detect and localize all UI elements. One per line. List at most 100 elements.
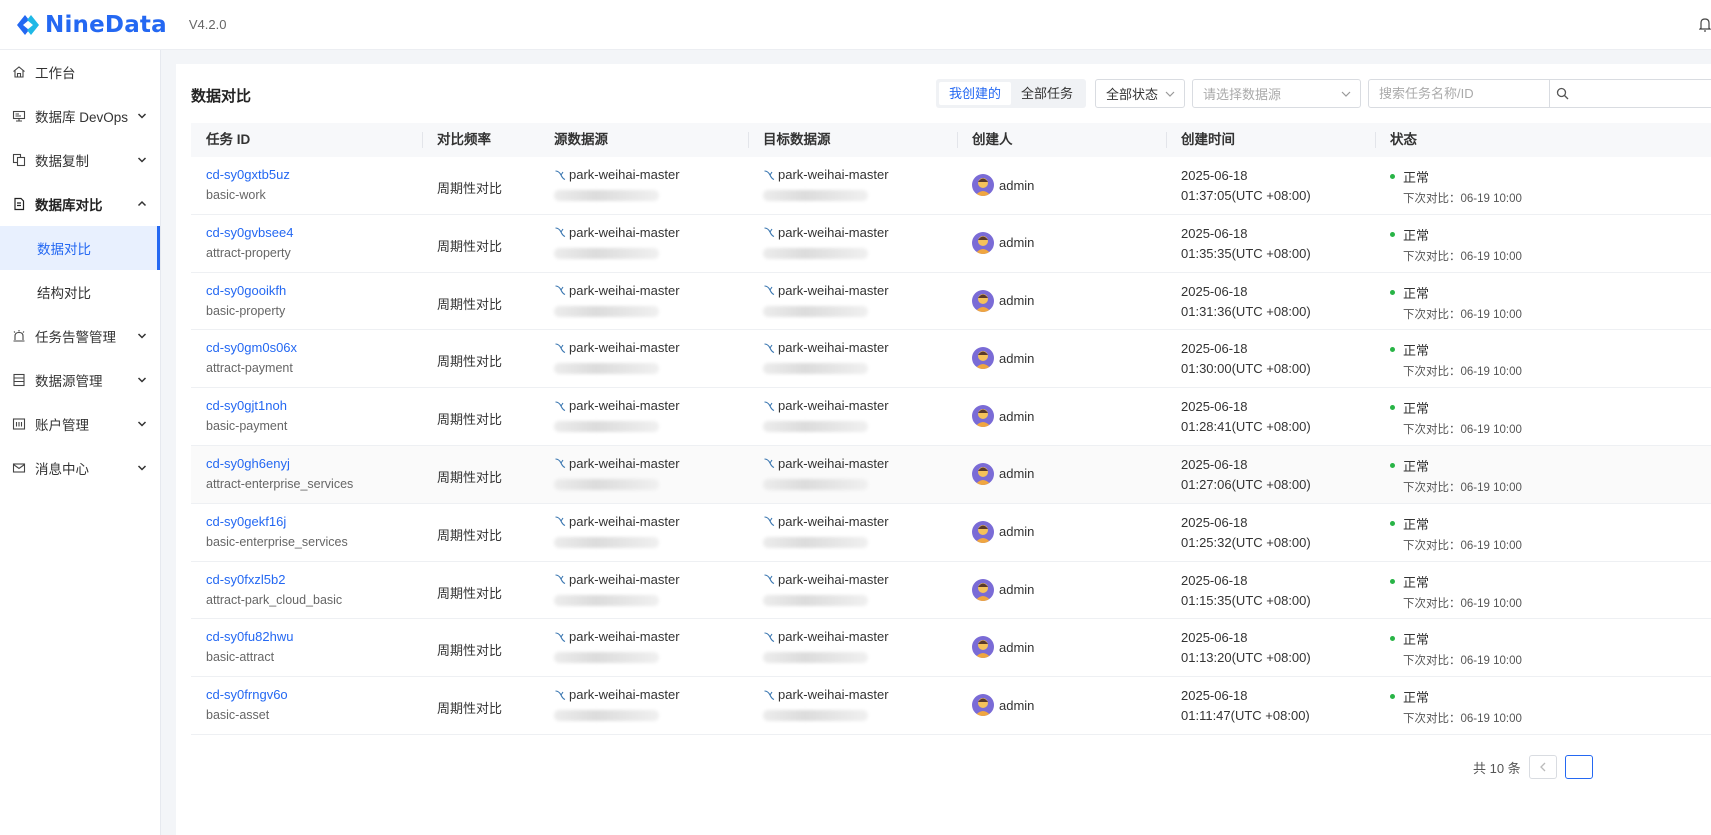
chevron-down-icon — [137, 113, 147, 119]
next-compare-time: 下次对比：06-19 10:00 — [1403, 193, 1522, 205]
avatar — [972, 231, 994, 254]
search-button[interactable] — [1549, 80, 1575, 107]
task-id-link[interactable]: cd-sy0fu82hwu — [206, 629, 293, 644]
source-datasource[interactable]: park-weihai-master — [554, 572, 680, 587]
sidebar-item-workbench[interactable]: 工作台 — [0, 50, 160, 94]
task-id-link[interactable]: cd-sy0gekf16j — [206, 514, 286, 529]
creator-name: admin — [999, 582, 1035, 598]
task-id-link[interactable]: cd-sy0gjt1noh — [206, 398, 287, 413]
created-date: 2025-06-18 — [1181, 341, 1248, 357]
task-id-link[interactable]: cd-sy0gvbsee4 — [206, 225, 293, 240]
task-id-link[interactable]: cd-sy0frngv6o — [206, 687, 288, 702]
target-datasource[interactable]: park-weihai-master — [763, 225, 889, 240]
mysql-icon — [555, 632, 566, 642]
source-datasource[interactable]: park-weihai-master — [554, 687, 680, 702]
creator-name: admin — [999, 350, 1035, 366]
sidebar-subitem-data-compare[interactable]: 数据对比 — [0, 226, 160, 270]
target-datasource[interactable]: park-weihai-master — [763, 514, 889, 529]
status-dot — [1390, 347, 1395, 353]
sidebar-subitem-structure-compare[interactable]: 结构对比 — [0, 270, 160, 314]
source-address-redacted — [554, 247, 659, 259]
source-datasource[interactable]: park-weihai-master — [554, 514, 680, 529]
source-datasource[interactable]: park-weihai-master — [554, 167, 680, 182]
sidebar-item-alarm[interactable]: 任务告警管理 — [0, 314, 160, 358]
mysql-icon — [764, 516, 775, 527]
tab-my-created[interactable]: 我创建的 — [939, 82, 1012, 105]
source-datasource[interactable]: park-weihai-master — [554, 340, 680, 355]
task-search — [1368, 79, 1711, 108]
table-header: 任务 ID 对比频率 源数据源 目标数据源 创建人 创建时间 状态 — [191, 123, 1711, 157]
datasource-select[interactable]: 请选择数据源 — [1192, 79, 1361, 108]
status-dot — [1390, 636, 1395, 642]
mysql-icon — [764, 343, 775, 353]
sidebar-item-account[interactable]: 账户管理 — [0, 402, 160, 446]
task-name: attract-enterprise_services — [206, 476, 354, 491]
avatar — [972, 289, 994, 312]
sidebar: 工作台 数据库 DevOps 数据复制 数据库对比 数据对比 结构对比 任务告警… — [0, 50, 161, 835]
sidebar-item-devops[interactable]: 数据库 DevOps — [0, 94, 160, 138]
creator-name: admin — [999, 235, 1035, 251]
status-badge: 正常 — [1390, 456, 1429, 475]
prev-page-button[interactable] — [1528, 755, 1557, 779]
search-input[interactable] — [1369, 80, 1549, 107]
created-clock: 01:11:47(UTC +08:00) — [1181, 708, 1310, 724]
page-1-button[interactable] — [1564, 755, 1593, 779]
source-datasource[interactable]: park-weihai-master — [554, 398, 680, 413]
task-id-link[interactable]: cd-sy0gh6enyj — [206, 456, 290, 471]
compare-frequency: 周期性对比 — [437, 238, 503, 254]
next-compare-time: 下次对比：06-19 10:00 — [1403, 308, 1522, 321]
col-divider — [748, 132, 749, 148]
created-time: 2025-06-18 01:35:35(UTC +08:00) — [1181, 224, 1311, 264]
chevron-up-icon — [137, 200, 147, 207]
source-datasource[interactable]: park-weihai-master — [554, 629, 680, 644]
task-name: attract-property — [206, 245, 291, 260]
chevron-down-icon — [1165, 91, 1175, 97]
task-name: basic-property — [206, 303, 286, 318]
target-datasource[interactable]: park-weihai-master — [763, 456, 889, 471]
copy-icon — [12, 153, 26, 167]
target-datasource[interactable]: park-weihai-master — [763, 687, 889, 702]
bell-icon[interactable] — [1699, 17, 1711, 33]
created-clock: 01:37:05(UTC +08:00) — [1181, 188, 1311, 203]
status-text: 正常 — [1403, 343, 1430, 359]
sidebar-item-datasource[interactable]: 数据源管理 — [0, 358, 160, 402]
source-datasource[interactable]: park-weihai-master — [554, 456, 680, 471]
target-datasource[interactable]: park-weihai-master — [763, 283, 889, 298]
page-title: 数据对比 — [191, 88, 252, 105]
tab-all-tasks[interactable]: 全部任务 — [1011, 82, 1083, 105]
compare-frequency: 周期性对比 — [437, 296, 503, 312]
target-datasource[interactable]: park-weihai-master — [763, 629, 889, 644]
logo[interactable]: NineData — [15, 12, 167, 38]
sidebar-item-replication[interactable]: 数据复制 — [0, 138, 160, 182]
task-id-link[interactable]: cd-sy0gm0s06x — [206, 340, 297, 355]
target-datasource[interactable]: park-weihai-master — [763, 167, 889, 182]
created-date: 2025-06-18 — [1181, 514, 1248, 530]
mysql-icon — [764, 458, 775, 469]
source-datasource-name: park-weihai-master — [569, 571, 680, 587]
status-text: 正常 — [1403, 690, 1430, 706]
task-id-link[interactable]: cd-sy0fxzl5b2 — [206, 572, 285, 587]
status-dot — [1390, 694, 1395, 700]
task-id-link[interactable]: cd-sy0gooikfh — [206, 283, 286, 298]
created-time: 2025-06-18 01:27:06(UTC +08:00) — [1181, 455, 1311, 495]
creator: admin — [972, 520, 1034, 543]
next-compare-time: 下次对比：06-19 10:00 — [1403, 655, 1522, 668]
target-address-redacted — [763, 305, 868, 317]
chevron-down-icon — [1341, 91, 1351, 97]
status-select[interactable]: 全部状态 — [1095, 79, 1185, 108]
next-compare-time: 下次对比：06-19 10:00 — [1403, 713, 1522, 726]
target-datasource[interactable]: park-weihai-master — [763, 398, 889, 413]
source-datasource[interactable]: park-weihai-master — [554, 225, 680, 240]
source-datasource-name: park-weihai-master — [569, 282, 680, 298]
sidebar-item-db-compare[interactable]: 数据库对比 — [0, 182, 160, 226]
task-id-link[interactable]: cd-sy0gxtb5uz — [206, 167, 290, 182]
status-text: 正常 — [1403, 170, 1430, 185]
compare-frequency: 周期性对比 — [437, 643, 503, 659]
target-datasource[interactable]: park-weihai-master — [763, 340, 889, 355]
target-address-redacted — [763, 363, 868, 375]
source-datasource[interactable]: park-weihai-master — [554, 283, 680, 298]
next-compare-time: 下次对比：06-19 10:00 — [1403, 250, 1522, 263]
target-datasource[interactable]: park-weihai-master — [763, 572, 889, 587]
source-address-redacted — [554, 478, 659, 490]
sidebar-item-messages[interactable]: 消息中心 — [0, 446, 160, 490]
